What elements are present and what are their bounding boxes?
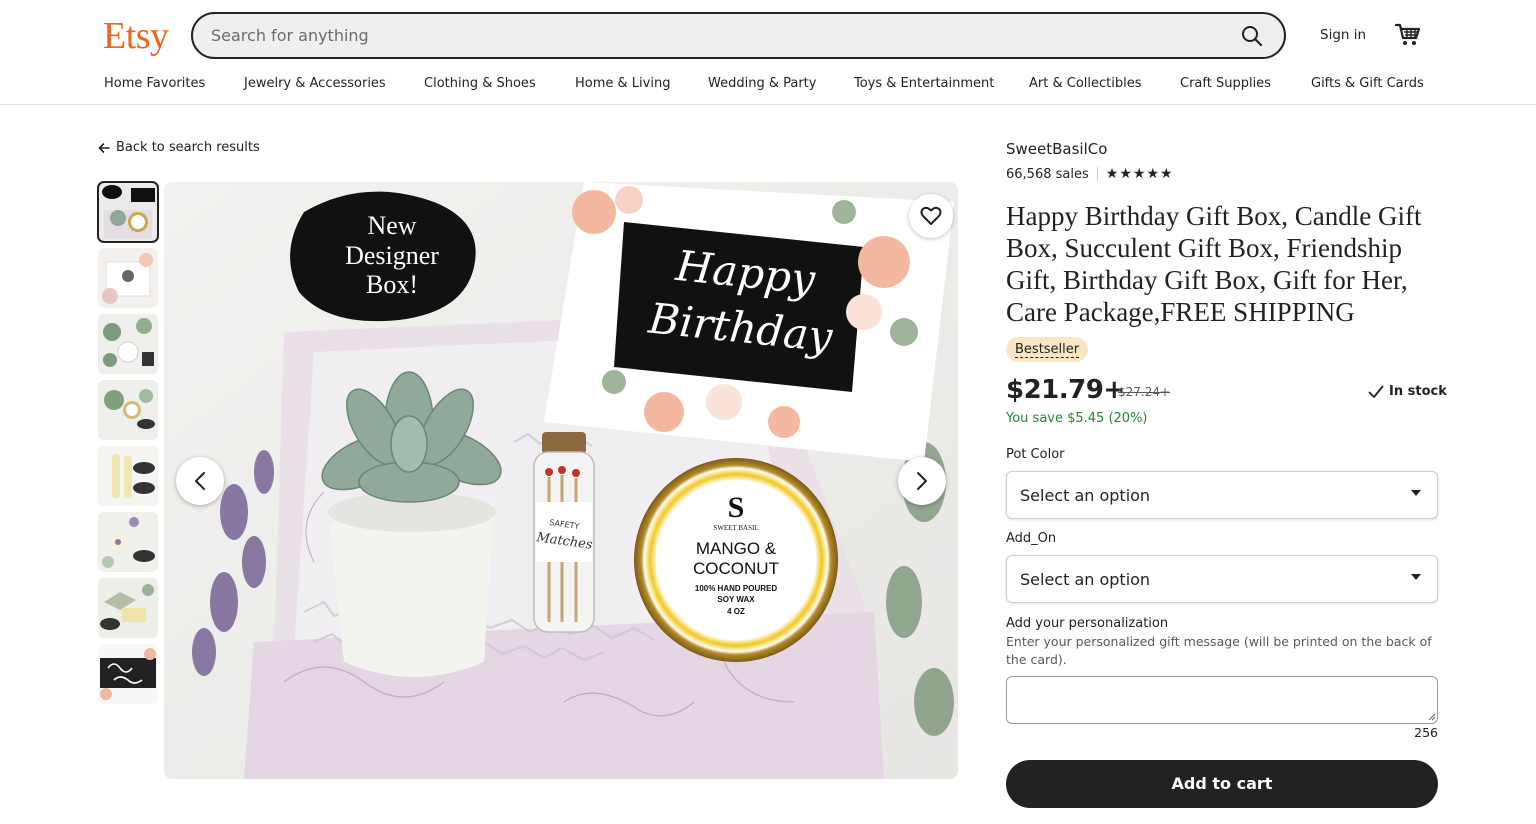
star-icon: ★ <box>1132 166 1146 182</box>
bestseller-badge[interactable]: Bestseller <box>1006 337 1089 362</box>
chevron-right-icon <box>917 472 927 490</box>
svg-text:COCONUT: COCONUT <box>693 559 779 578</box>
star-icon: ★ <box>1119 166 1132 182</box>
resize-handle-icon[interactable] <box>1428 713 1436 721</box>
nav-item-jewelry-accessories[interactable]: Jewelry & Accessories <box>244 76 386 91</box>
original-price: $27.24+ <box>1118 385 1171 399</box>
search-input[interactable] <box>211 14 1211 57</box>
thumbnail-1[interactable] <box>97 181 159 243</box>
category-nav: Home Favorites Jewelry & Accessories Clo… <box>104 76 1424 96</box>
svg-text:MANGO &: MANGO & <box>696 539 777 558</box>
caret-down-icon <box>1411 490 1421 496</box>
thumbnail-8[interactable] <box>98 644 158 704</box>
personalization-help: Enter your personalized gift message (wi… <box>1006 634 1432 667</box>
stock-label: In stock <box>1389 384 1447 399</box>
thumbnail-7[interactable] <box>98 578 158 638</box>
character-counter: 256 <box>1414 725 1438 740</box>
nav-item-art-collectibles[interactable]: Art & Collectibles <box>1029 76 1141 91</box>
nav-item-wedding-party[interactable]: Wedding & Party <box>708 76 816 91</box>
thumbnail-6[interactable] <box>98 512 158 572</box>
svg-text:100% HAND POURED: 100% HAND POURED <box>695 584 777 593</box>
add-to-cart-button[interactable]: Add to cart <box>1006 760 1438 808</box>
personalization-textarea[interactable] <box>1006 676 1438 724</box>
bestseller-label: Bestseller <box>1015 342 1080 358</box>
svg-text:New: New <box>367 211 416 240</box>
checkmark-icon <box>1368 385 1384 398</box>
favorite-button[interactable] <box>909 194 953 238</box>
cart-icon <box>1394 23 1421 45</box>
nav-item-home-living[interactable]: Home & Living <box>575 76 670 91</box>
search-button[interactable] <box>1240 24 1264 48</box>
addon-label: Add_On <box>1006 531 1057 546</box>
product-photo: New Designer Box! Happy Birthday SAFETY … <box>164 182 958 779</box>
svg-text:Box!: Box! <box>366 270 418 299</box>
site-header: Etsy Sign in Home Favorites Jewelry & Ac… <box>0 0 1536 105</box>
next-image-button[interactable] <box>898 457 946 505</box>
savings-text: You save $5.45 (20%) <box>1006 411 1148 426</box>
rating-stars[interactable]: ★ ★ ★ ★ ★ <box>1106 166 1173 182</box>
svg-text:S: S <box>728 491 745 524</box>
sales-count: 66,568 sales <box>1006 166 1089 182</box>
thumbnail-4[interactable] <box>98 380 158 440</box>
product-title: Happy Birthday Gift Box, Candle Gift Box… <box>1006 201 1422 327</box>
thumbnail-5[interactable] <box>98 446 158 506</box>
nav-item-home-favorites[interactable]: Home Favorites <box>104 76 205 91</box>
svg-text:Designer: Designer <box>345 241 439 270</box>
pot-color-value: Select an option <box>1020 486 1151 505</box>
nav-item-craft-supplies[interactable]: Craft Supplies <box>1180 76 1271 91</box>
shop-name-link[interactable]: SweetBasilCo <box>1006 140 1107 158</box>
thumbnail-3[interactable] <box>98 314 158 374</box>
sign-in-link[interactable]: Sign in <box>1320 27 1366 43</box>
shop-sales-rating: 66,568 sales ★ ★ ★ ★ ★ <box>1006 166 1173 182</box>
star-icon: ★ <box>1160 166 1173 182</box>
star-icon: ★ <box>1105 166 1119 182</box>
previous-image-button[interactable] <box>176 457 224 505</box>
caret-down-icon <box>1411 574 1421 580</box>
main-product-image[interactable]: New Designer Box! Happy Birthday SAFETY … <box>164 182 958 779</box>
addon-value: Select an option <box>1020 570 1151 589</box>
back-to-search-link[interactable]: Back to search results <box>98 140 260 155</box>
star-icon: ★ <box>1146 166 1159 182</box>
svg-text:4 OZ: 4 OZ <box>727 607 745 616</box>
back-link-label: Back to search results <box>116 140 260 155</box>
svg-text:SOY WAX: SOY WAX <box>717 595 755 604</box>
stock-status: In stock <box>1368 384 1447 399</box>
nav-item-toys-entertainment[interactable]: Toys & Entertainment <box>854 76 994 91</box>
nav-item-clothing-shoes[interactable]: Clothing & Shoes <box>424 76 536 91</box>
search-icon <box>1242 26 1263 47</box>
chevron-left-icon <box>195 472 205 490</box>
sale-price: $21.79+ <box>1006 375 1125 405</box>
search-bar <box>191 12 1286 59</box>
pot-color-select[interactable]: Select an option <box>1006 471 1438 519</box>
nav-item-gifts-gift-cards[interactable]: Gifts & Gift Cards <box>1311 76 1424 91</box>
thumbnail-2[interactable] <box>98 248 158 308</box>
heart-icon <box>920 206 942 225</box>
etsy-logo[interactable]: Etsy <box>103 14 169 58</box>
personalization-label: Add your personalization <box>1006 616 1169 631</box>
divider <box>1096 167 1098 181</box>
addon-select[interactable]: Select an option <box>1006 555 1438 603</box>
arrow-left-icon <box>98 142 110 153</box>
pot-color-label: Pot Color <box>1006 447 1065 462</box>
svg-text:SWEET BASIL: SWEET BASIL <box>713 524 758 532</box>
cart-button[interactable] <box>1394 22 1422 48</box>
